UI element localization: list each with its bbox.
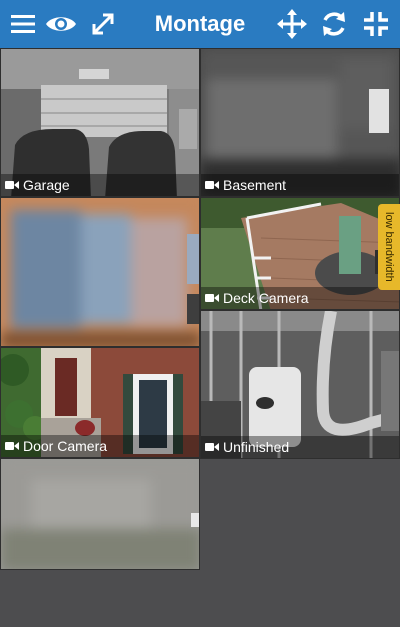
video-camera-icon — [205, 177, 219, 193]
video-camera-icon — [205, 439, 219, 455]
camera-tile-deck[interactable]: Deck Camera — [200, 197, 400, 310]
page-title: Montage — [154, 11, 246, 36]
blurred-feed-image — [1, 459, 199, 569]
low-bandwidth-badge: low bandwidth — [378, 204, 400, 290]
camera-label-door: Door Camera — [1, 435, 199, 457]
camera-label-unfinished: Unfinished — [201, 436, 399, 458]
collapse-icon[interactable] — [358, 6, 394, 42]
camera-label-garage: Garage — [1, 174, 199, 196]
camera-tile-basement[interactable]: Basement — [200, 48, 400, 197]
camera-tile-blurred-2[interactable] — [0, 458, 200, 570]
refresh-icon[interactable] — [316, 6, 352, 42]
video-camera-icon — [5, 177, 19, 193]
camera-tile-door[interactable]: Door Camera — [0, 347, 200, 458]
move-icon[interactable] — [274, 6, 310, 42]
camera-tile-blurred-1[interactable] — [0, 197, 200, 347]
eye-icon[interactable] — [43, 6, 79, 42]
camera-label-deck: Deck Camera — [201, 287, 399, 309]
video-camera-icon — [205, 290, 219, 306]
camera-tile-unfinished[interactable]: Unfinished — [200, 310, 400, 459]
camera-label-basement: Basement — [201, 174, 399, 196]
blurred-feed-image — [1, 198, 199, 346]
camera-tile-garage[interactable]: Garage — [0, 48, 200, 197]
video-camera-icon — [5, 438, 19, 454]
expand-icon[interactable] — [85, 6, 121, 42]
top-bar: Montage — [0, 0, 400, 48]
montage-grid: Garage Basement Deck Camera Door Camera … — [0, 48, 400, 627]
menu-icon[interactable] — [5, 6, 41, 42]
